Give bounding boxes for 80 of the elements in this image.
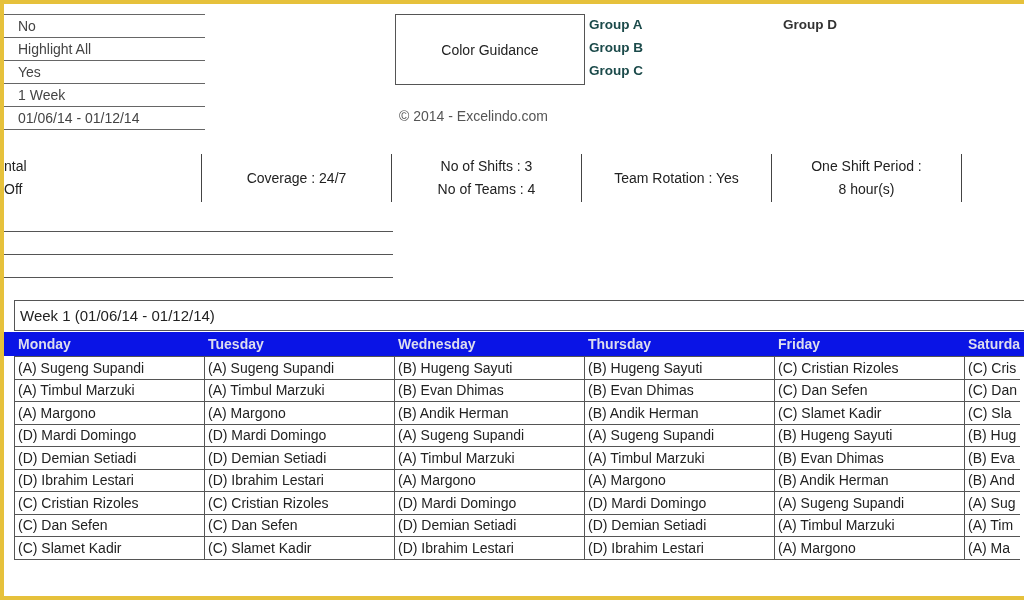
group-label: Group B xyxy=(589,40,644,57)
day-header: Saturda xyxy=(968,336,1021,352)
table-cell: (C) Cristian Rizoles xyxy=(204,492,394,515)
setting-value: Highlight All xyxy=(18,41,92,57)
table-cell: (A) Margono xyxy=(14,402,204,425)
table-cell: (A) Tim xyxy=(964,514,1020,537)
summary-text: No of Teams : 4 xyxy=(437,181,536,198)
table-cell: (A) Margono xyxy=(394,469,584,492)
table-cell: (B) Eva xyxy=(964,447,1020,470)
group-label: Group D xyxy=(783,17,838,34)
table-cell: (B) Evan Dhimas xyxy=(774,447,964,470)
copyright-text: © 2014 - Excelindo.com xyxy=(398,108,549,124)
table-cell: (D) Ibrahim Lestari xyxy=(584,537,774,560)
table-cell: (D) Mardi Domingo xyxy=(14,424,204,447)
table-cell: (A) Timbul Marzuki xyxy=(584,447,774,470)
table-cell: (C) Slamet Kadir xyxy=(774,402,964,425)
table-cell: (C) Dan Sefen xyxy=(774,379,964,402)
table-cell: (B) And xyxy=(964,469,1020,492)
day-header: Friday xyxy=(778,336,820,352)
table-cell: (B) Hugeng Sayuti xyxy=(774,424,964,447)
summary-text: No of Shifts : 3 xyxy=(440,158,533,175)
setting-value: 1 Week xyxy=(18,87,66,103)
table-cell: (D) Demian Setiadi xyxy=(204,447,394,470)
table-cell: (A) Margono xyxy=(584,469,774,492)
summary-text: ntal xyxy=(4,158,27,175)
table-cell: (C) Slamet Kadir xyxy=(204,537,394,560)
table-cell: (B) Andik Herman xyxy=(774,469,964,492)
table-cell: (A) Timbul Marzuki xyxy=(774,514,964,537)
table-cell: (B) Andik Herman xyxy=(584,402,774,425)
table-cell: (D) Demian Setiadi xyxy=(14,447,204,470)
setting-value: No xyxy=(18,18,36,34)
table-cell: (A) Sugeng Supandi xyxy=(394,424,584,447)
table-cell: (D) Ibrahim Lestari xyxy=(14,469,204,492)
table-cell: (C) Cristian Rizoles xyxy=(14,492,204,515)
table-cell: (C) Cris xyxy=(964,357,1020,380)
table-cell: (D) Mardi Domingo xyxy=(204,424,394,447)
table-cell: (A) Sugeng Supandi xyxy=(14,357,204,380)
table-cell: (D) Ibrahim Lestari xyxy=(204,469,394,492)
table-cell: (D) Demian Setiadi xyxy=(584,514,774,537)
summary-text: Coverage : 24/7 xyxy=(246,169,347,187)
table-cell: (A) Ma xyxy=(964,537,1020,560)
table-cell: (A) Margono xyxy=(204,402,394,425)
table-cell: (C) Slamet Kadir xyxy=(14,537,204,560)
group-label: Group A xyxy=(589,17,644,34)
table-cell: (B) Hug xyxy=(964,424,1020,447)
table-cell: (C) Dan Sefen xyxy=(14,514,204,537)
setting-value: 01/06/14 - 01/12/14 xyxy=(18,110,140,126)
table-cell: (B) Hugeng Sayuti xyxy=(394,357,584,380)
table-cell: (A) Timbul Marzuki xyxy=(394,447,584,470)
day-header: Monday xyxy=(18,336,71,352)
day-header: Wednesday xyxy=(398,336,476,352)
table-cell: (A) Sugeng Supandi xyxy=(774,492,964,515)
table-cell: (A) Timbul Marzuki xyxy=(204,379,394,402)
summary-text: Off xyxy=(4,181,23,198)
table-cell: (C) Dan xyxy=(964,379,1020,402)
week-title: Week 1 (01/06/14 - 01/12/14) xyxy=(14,300,1024,331)
table-cell: (C) Sla xyxy=(964,402,1020,425)
table-cell: (B) Hugeng Sayuti xyxy=(584,357,774,380)
table-cell: (D) Mardi Domingo xyxy=(584,492,774,515)
setting-value: Yes xyxy=(18,64,41,80)
table-cell: (C) Dan Sefen xyxy=(204,514,394,537)
day-header: Tuesday xyxy=(208,336,264,352)
table-cell: (B) Evan Dhimas xyxy=(394,379,584,402)
table-cell: (C) Cristian Rizoles xyxy=(774,357,964,380)
table-cell: (D) Ibrahim Lestari xyxy=(394,537,584,560)
color-guidance-box: Color Guidance xyxy=(395,14,585,85)
summary-text: 8 hour(s) xyxy=(838,181,895,198)
table-cell: (B) Evan Dhimas xyxy=(584,379,774,402)
table-cell: (A) Margono xyxy=(774,537,964,560)
table-cell: (D) Mardi Domingo xyxy=(394,492,584,515)
day-header: Thursday xyxy=(588,336,651,352)
table-cell: (A) Sugeng Supandi xyxy=(204,357,394,380)
table-cell: (A) Sugeng Supandi xyxy=(584,424,774,447)
table-cell: (A) Sug xyxy=(964,492,1020,515)
summary-text: Team Rotation : Yes xyxy=(614,169,739,187)
table-cell: (D) Demian Setiadi xyxy=(394,514,584,537)
summary-text: One Shift Period : xyxy=(811,158,922,175)
group-label: Group C xyxy=(589,63,644,80)
table-cell: (B) Andik Herman xyxy=(394,402,584,425)
table-cell: (A) Timbul Marzuki xyxy=(14,379,204,402)
